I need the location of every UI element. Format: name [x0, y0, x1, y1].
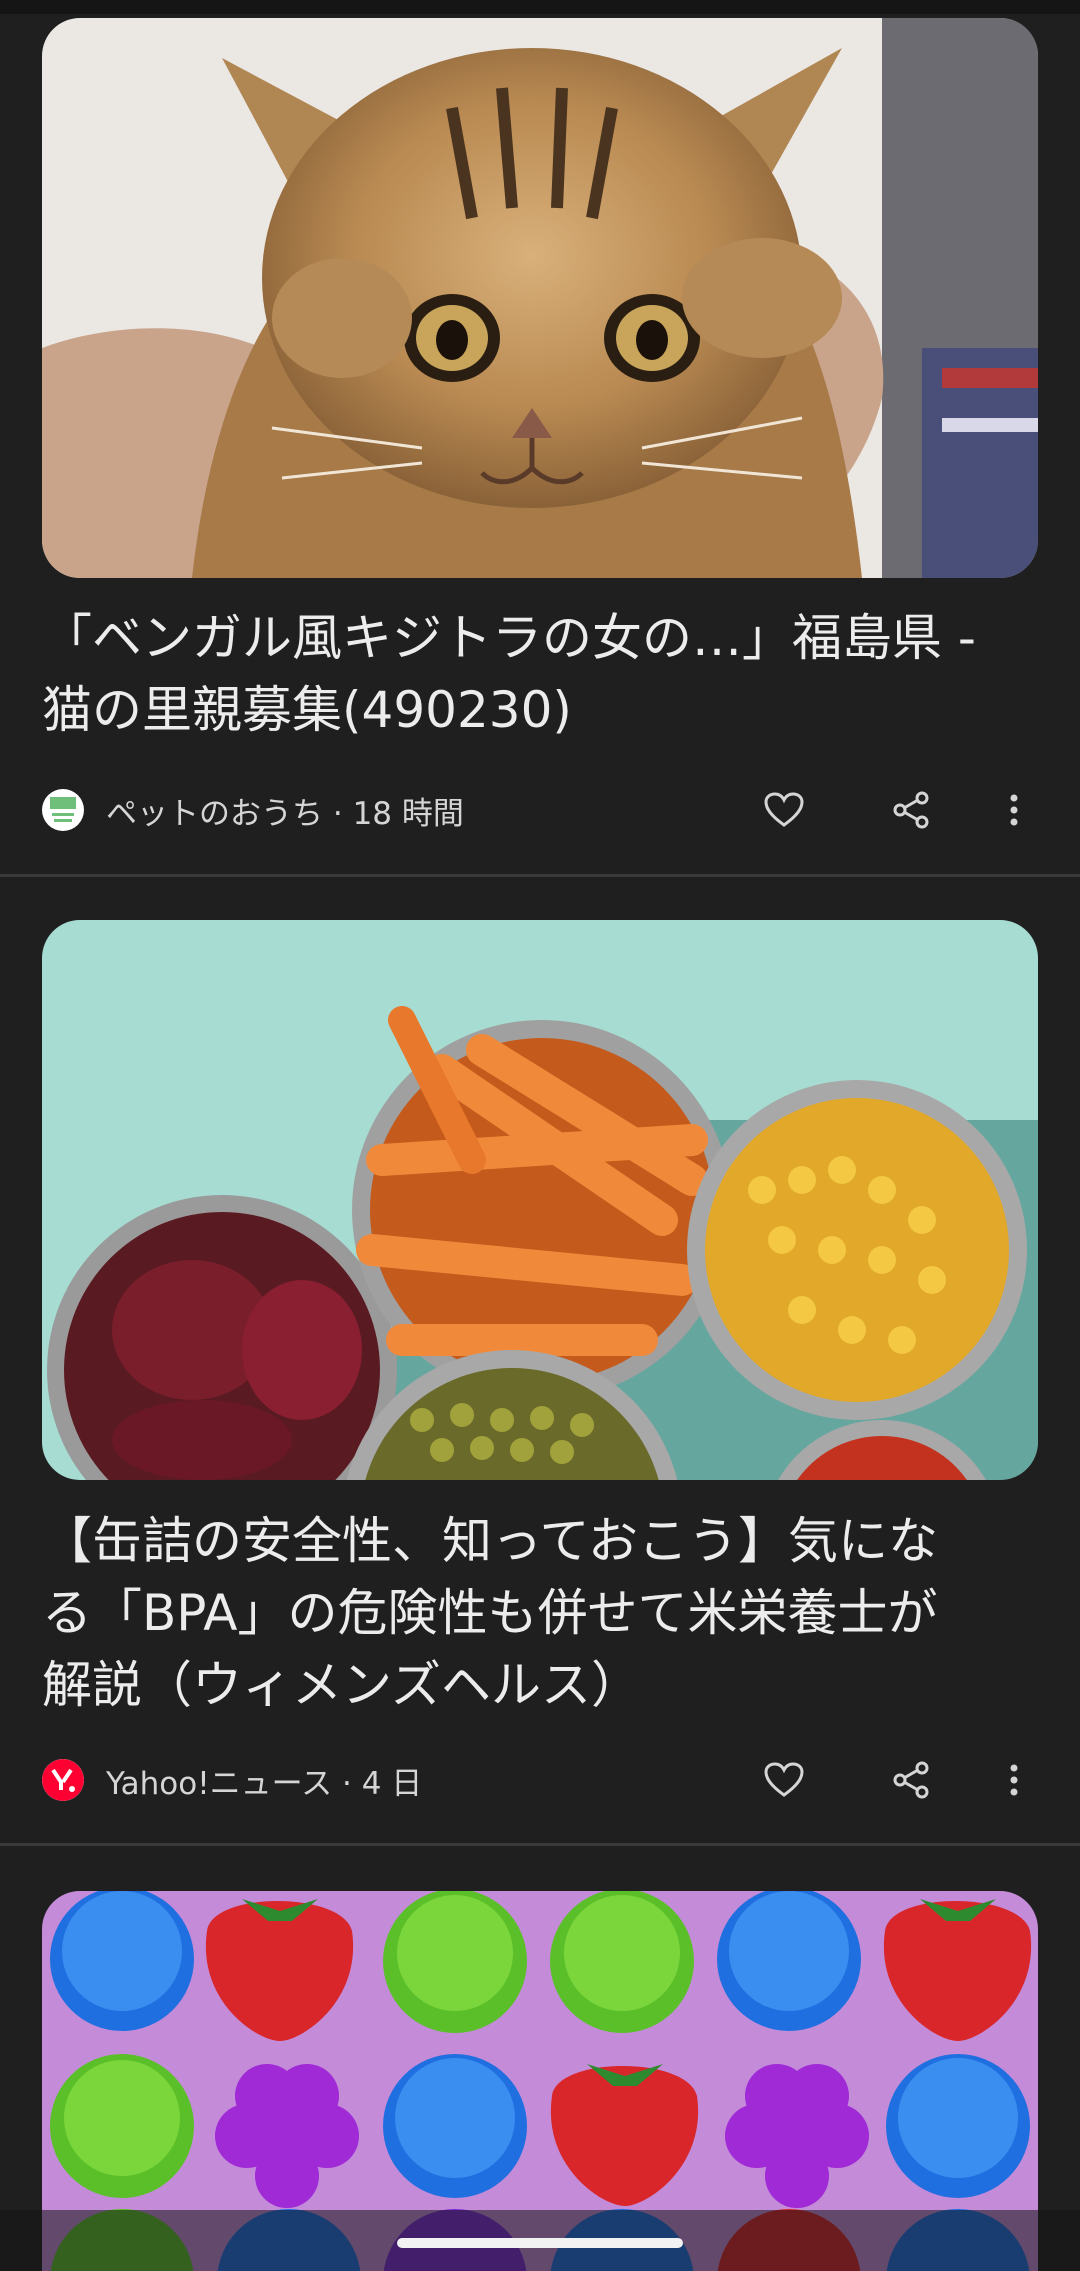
- share-icon: [893, 1761, 929, 1799]
- card-2-source: Yahoo!ニュース · 4 日: [106, 1765, 423, 1802]
- share-button[interactable]: [887, 786, 935, 834]
- gesture-handle[interactable]: [397, 2238, 683, 2248]
- news-card-2[interactable]: 【缶詰の安全性、知っておこう】気にな る「BPA」の危険性も併せて米栄養士が 解…: [0, 877, 1080, 1843]
- share-icon: [893, 791, 929, 829]
- card-2-image[interactable]: [42, 920, 1038, 1480]
- card-1-title[interactable]: 「ベンガル風キジトラの女の…」福島県 - 猫の里親募集(490230): [42, 602, 1042, 746]
- kitten-photo: [42, 18, 1038, 578]
- more-vert-icon: [1010, 1764, 1018, 1796]
- share-button[interactable]: [887, 1756, 935, 1804]
- card-2-title[interactable]: 【缶詰の安全性、知っておこう】気にな る「BPA」の危険性も併せて米栄養士が 解…: [42, 1505, 1042, 1721]
- card-2-meta: Yahoo!ニュース · 4 日: [42, 1750, 1038, 1810]
- like-button[interactable]: [760, 1756, 808, 1804]
- card-1-source: ペットのおうち · 18 時間: [106, 795, 464, 832]
- more-button[interactable]: [990, 786, 1038, 834]
- more-vert-icon: [1010, 794, 1018, 826]
- news-card-3[interactable]: [0, 1846, 1080, 2271]
- card-1-image[interactable]: [42, 18, 1038, 578]
- more-button[interactable]: [990, 1756, 1038, 1804]
- news-card-1[interactable]: 「ベンガル風キジトラの女の…」福島県 - 猫の里親募集(490230) ペットの…: [0, 0, 1080, 876]
- card-1-meta: ペットのおうち · 18 時間: [42, 780, 1038, 840]
- yahoo-logo-icon: [42, 1759, 84, 1801]
- like-button[interactable]: [760, 786, 808, 834]
- heart-icon: [764, 1762, 804, 1797]
- heart-icon: [764, 792, 804, 827]
- canned-vegetables-photo: [42, 920, 1038, 1480]
- pet-house-logo-icon: [42, 789, 84, 831]
